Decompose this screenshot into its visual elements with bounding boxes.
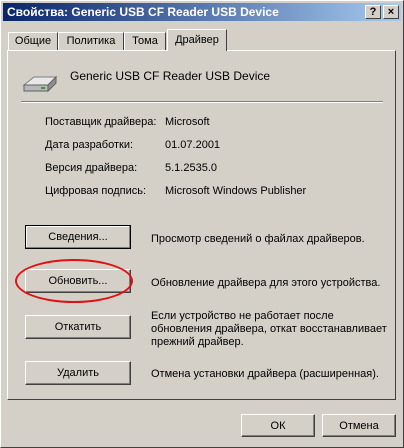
driver-version-label: Версия драйвера: (45, 162, 138, 174)
tab-volumes[interactable]: Тома (124, 32, 166, 50)
update-driver-button[interactable]: Обновить... (25, 269, 131, 293)
divider (21, 101, 383, 103)
device-name: Generic USB CF Reader USB Device (70, 69, 271, 83)
driver-date-value: 01.07.2001 (165, 139, 221, 151)
update-driver-description: Обновление драйвера для этого устройства… (151, 277, 381, 289)
ok-button[interactable]: ОК (241, 414, 315, 437)
roll-back-driver-description: Если устройство не работает после обновл… (151, 310, 387, 348)
driver-date-label: Дата разработки: (45, 139, 134, 151)
driver-details-button[interactable]: Сведения... (25, 225, 131, 249)
driver-provider-value: Microsoft (165, 116, 210, 128)
digital-signer-value: Microsoft Windows Publisher (165, 185, 307, 197)
title-bar[interactable]: Свойства: Generic USB CF Reader USB Devi… (3, 3, 401, 21)
properties-dialog: Свойства: Generic USB CF Reader USB Devi… (0, 0, 404, 448)
close-button[interactable]: × (383, 5, 399, 19)
digital-signer-label: Цифровая подпись: (45, 185, 147, 197)
tab-general[interactable]: Общие (8, 32, 58, 50)
window-title: Свойства: Generic USB CF Reader USB Devi… (7, 5, 279, 19)
uninstall-driver-description: Отмена установки драйвера (расширенная). (151, 368, 379, 380)
uninstall-driver-button[interactable]: Удалить (25, 361, 131, 385)
drive-icon (22, 75, 58, 93)
help-button[interactable]: ? (365, 5, 381, 19)
roll-back-driver-button[interactable]: Откатить (25, 315, 131, 339)
tab-policy[interactable]: Политика (58, 32, 124, 50)
driver-provider-label: Поставщик драйвера: (45, 116, 157, 128)
tab-driver[interactable]: Драйвер (167, 29, 227, 51)
driver-version-value: 5.1.2535.0 (165, 162, 217, 174)
driver-details-description: Просмотр сведений о файлах драйверов. (151, 233, 365, 245)
cancel-button[interactable]: Отмена (322, 414, 396, 437)
